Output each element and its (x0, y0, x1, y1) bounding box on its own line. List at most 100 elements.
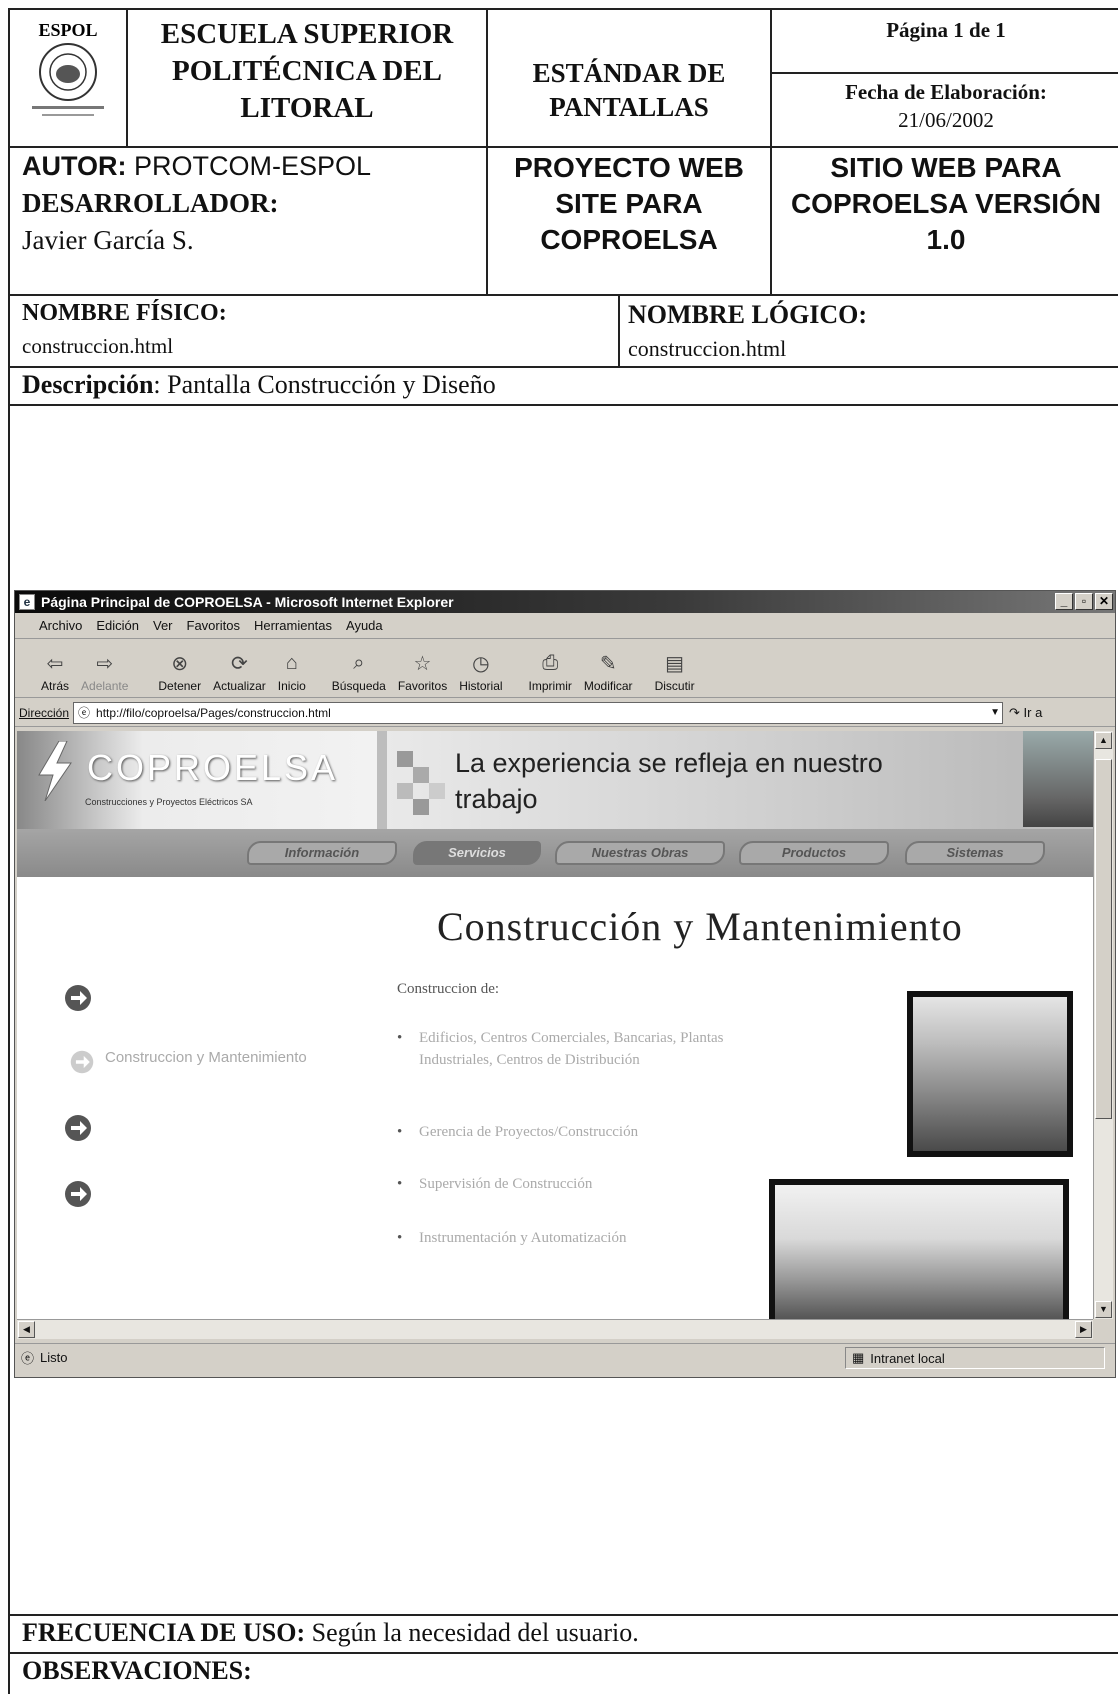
menu-edicion[interactable]: Edición (96, 618, 139, 633)
site-banner: COPROELSA Construcciones y Proyectos Elé… (17, 731, 1093, 877)
page-icon: ⓔ (78, 706, 91, 720)
edit-button[interactable]: ✎ Modificar (578, 651, 639, 694)
refresh-icon: ⟳ (231, 652, 248, 675)
home-label: Inicio (277, 679, 306, 693)
scroll-thumb[interactable] (1095, 759, 1112, 1119)
checker-decoration (397, 751, 445, 815)
nav-sistemas[interactable]: Sistemas (905, 841, 1045, 865)
stop-button[interactable]: ⊗ Detener (152, 651, 207, 694)
logical-name-value: construccion.html (628, 336, 787, 361)
horizontal-scrollbar[interactable]: ◀ ▶ (17, 1319, 1093, 1339)
address-value: http://filo/coproelsa/Pages/construccion… (96, 705, 331, 720)
stop-label: Detener (158, 679, 202, 693)
forward-label: Adelante (81, 679, 129, 693)
building-photo (907, 991, 1073, 1157)
menu-favoritos[interactable]: Favoritos (187, 618, 240, 633)
date-label: Fecha de Elaboración: (845, 80, 1047, 104)
discuss-icon: ▤ (665, 652, 685, 675)
site-nav: Información Servicios Nuestras Obras Pro… (17, 829, 1093, 877)
dropdown-icon[interactable]: ▼ (990, 707, 1000, 718)
side-menu-construccion[interactable]: Construccion y Mantenimiento (105, 1049, 307, 1066)
list-item: Gerencia de Proyectos/Construcción (397, 1121, 727, 1143)
discuss-button[interactable]: ▤ Discutir (649, 651, 701, 694)
close-button[interactable]: ✕ (1095, 593, 1113, 610)
stop-icon: ⊗ (171, 652, 189, 675)
favorites-button[interactable]: ☆ Favoritos (392, 651, 453, 694)
divider (10, 366, 1118, 368)
vertical-scrollbar[interactable]: ▲ ▼ (1093, 731, 1113, 1319)
minimize-button[interactable]: _ (1055, 593, 1073, 610)
frequency-value: Según la necesidad del usuario. (311, 1618, 639, 1647)
history-button[interactable]: ◷ Historial (453, 651, 508, 694)
status-bar: ⓔ Listo ▦ Intranet local (15, 1343, 1115, 1371)
divider (10, 294, 1118, 296)
forward-button[interactable]: ⇨ Adelante (75, 651, 134, 694)
refresh-button[interactable]: ⟳ Actualizar (207, 651, 272, 694)
page-viewport: COPROELSA Construcciones y Proyectos Elé… (17, 731, 1093, 1319)
forward-arrow-icon: ⇨ (96, 652, 114, 675)
site-version: SITIO WEB PARA COPROELSA VERSIÓN 1.0 (790, 152, 1102, 255)
logical-name-label: NOMBRE LÓGICO: (628, 300, 868, 329)
arrow-icon[interactable] (63, 983, 93, 1013)
intranet-icon: ▦ (852, 1350, 865, 1365)
arrow-icon[interactable] (63, 1179, 93, 1209)
home-button[interactable]: ⌂ Inicio (272, 651, 312, 694)
observations-label: OBSERVACIONES: (22, 1656, 252, 1685)
ie-icon: e (19, 594, 35, 610)
scroll-left-arrow-icon[interactable]: ◀ (18, 1321, 35, 1338)
toolbar: ⇦ Atrás ⇨ Adelante ⊗ Detener ⟳ Actualizar ⌂ I… (15, 640, 1115, 698)
scroll-up-arrow-icon[interactable]: ▲ (1095, 732, 1112, 749)
usage-frequency: FRECUENCIA DE USO: Según la necesidad de… (22, 1618, 639, 1648)
nav-servicios[interactable]: Servicios (413, 841, 541, 865)
nav-productos[interactable]: Productos (739, 841, 889, 865)
go-button[interactable]: ↷ Ir a (1009, 705, 1042, 721)
browser-window: e Página Principal de COPROELSA - Micros… (14, 590, 1116, 1378)
window-title: Página Principal de COPROELSA - Microsof… (41, 594, 454, 610)
developer-value: Javier García S. (22, 225, 194, 255)
home-icon: ⌂ (285, 651, 298, 674)
nav-nuestras-obras[interactable]: Nuestras Obras (555, 841, 725, 865)
address-input[interactable]: ⓔ http://filo/coproelsa/Pages/construccio… (73, 701, 1004, 724)
menu-bar: Archivo Edición Ver Favoritos Herramient… (15, 613, 1115, 639)
menu-ver[interactable]: Ver (153, 618, 173, 633)
scroll-down-arrow-icon[interactable]: ▼ (1095, 1301, 1112, 1318)
menu-ayuda[interactable]: Ayuda (346, 618, 383, 633)
scroll-right-arrow-icon[interactable]: ▶ (1075, 1321, 1092, 1338)
menu-archivo[interactable]: Archivo (39, 618, 82, 633)
list-item-text: Instrumentación y Automatización (419, 1230, 627, 1246)
print-label: Imprimir (528, 679, 572, 693)
list-item: Supervisión de Construcción (397, 1173, 727, 1195)
menu-herramientas[interactable]: Herramientas (254, 618, 332, 633)
maximize-button[interactable]: ▫ (1075, 593, 1093, 610)
go-icon: ↷ (1009, 704, 1020, 720)
date-value: 21/06/2002 (898, 108, 994, 132)
discuss-label: Discutir (654, 679, 695, 693)
arrow-icon[interactable] (63, 1113, 93, 1143)
page-heading: Construcción y Mantenimiento (437, 904, 963, 949)
author-block: AUTOR: PROTCOM-ESPOL DESARROLLADOR: Javi… (22, 148, 482, 258)
author-value: PROTCOM-ESPOL (134, 151, 372, 181)
search-icon: ⌕ (353, 651, 365, 674)
arrow-icon[interactable] (69, 1049, 95, 1075)
page-number: Página 1 de 1 (886, 18, 1006, 42)
browser-titlebar: e Página Principal de COPROELSA - Micros… (15, 591, 1115, 613)
site-tagline: La experiencia se refleja en nuestro tra… (455, 748, 883, 814)
search-button[interactable]: ⌕ Búsqueda (326, 651, 392, 694)
history-label: Historial (459, 679, 503, 693)
site-logo: COPROELSA (87, 747, 339, 788)
back-label: Atrás (41, 679, 70, 693)
logo-area: COPROELSA Construcciones y Proyectos Elé… (17, 731, 377, 829)
divider (486, 8, 488, 296)
address-bar: Dirección ⓔ http://filo/coproelsa/Pages/c… (15, 699, 1115, 727)
security-zone: ▦ Intranet local (845, 1347, 1105, 1369)
edit-icon: ✎ (599, 652, 617, 675)
project-name: PROYECTO WEB SITE PARA COPROELSA (514, 152, 744, 255)
border-top (10, 8, 1118, 10)
back-button[interactable]: ⇦ Atrás (35, 651, 75, 694)
print-button[interactable]: ⎙ Imprimir (523, 651, 578, 694)
description-value: : Pantalla Construcción y Diseño (153, 370, 496, 399)
history-icon: ◷ (472, 652, 490, 675)
favorites-label: Favoritos (397, 679, 448, 693)
nav-informacion[interactable]: Información (247, 841, 397, 865)
physical-name-value: construccion.html (22, 334, 174, 358)
